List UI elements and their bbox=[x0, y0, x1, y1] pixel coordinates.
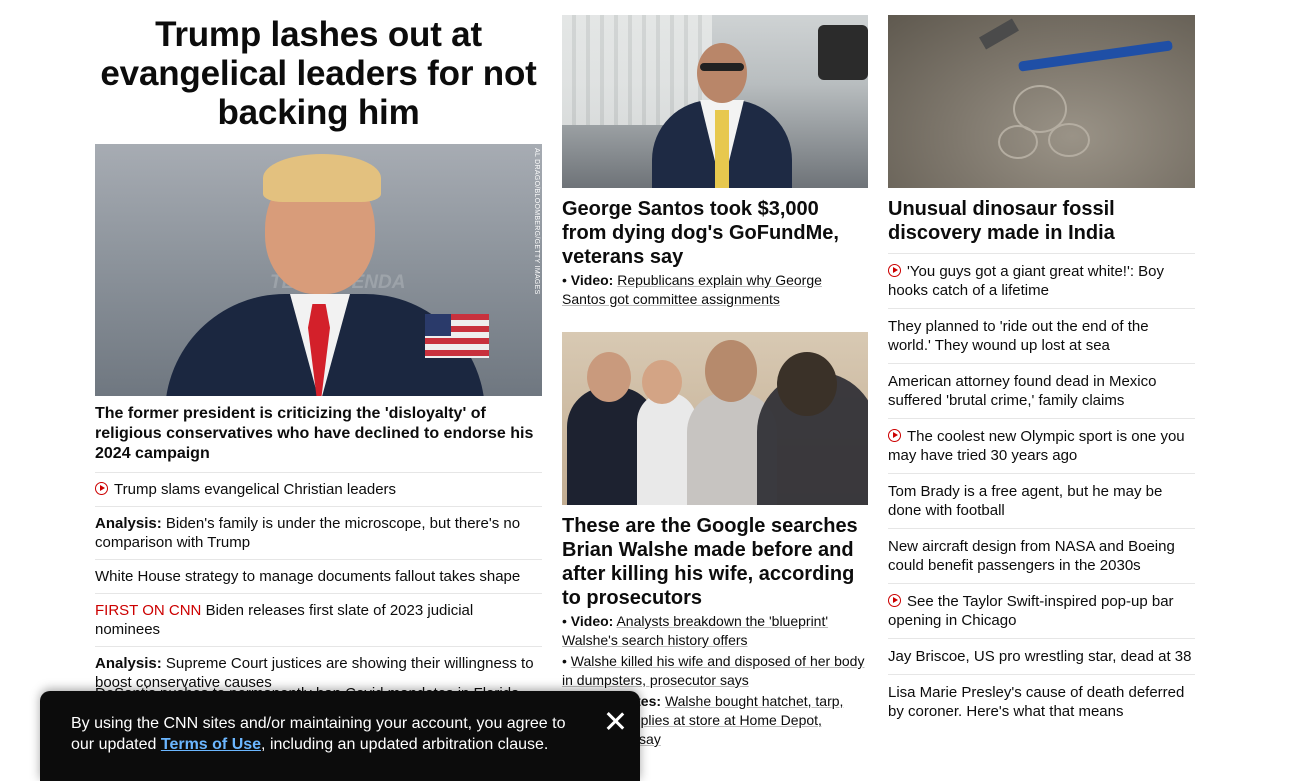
flag-icon bbox=[425, 314, 489, 358]
walshe-image[interactable] bbox=[562, 332, 868, 505]
consent-text: , including an updated arbitration claus… bbox=[261, 736, 549, 753]
right-stories: Unusual dinosaur fossil discovery made i… bbox=[888, 15, 1195, 729]
list-item[interactable]: 'You guys got a giant great white!': Boy… bbox=[888, 254, 1195, 309]
list-item-text: Tom Brady is a free agent, but he may be… bbox=[888, 483, 1163, 519]
image-figure-2-head bbox=[642, 360, 682, 404]
walshe-bullet[interactable]: • Video: Analysts breakdown the 'bluepri… bbox=[562, 612, 868, 650]
camera-icon bbox=[818, 25, 868, 80]
play-icon bbox=[95, 482, 108, 495]
list-item-text: 'You guys got a giant great white!': Boy… bbox=[888, 263, 1165, 299]
image-figure-glasses bbox=[700, 63, 744, 71]
list-item[interactable]: Jay Briscoe, US pro wrestling star, dead… bbox=[888, 639, 1195, 675]
fossil-egg-shape bbox=[1048, 123, 1090, 157]
list-item[interactable]: FIRST ON CNN Biden releases first slate … bbox=[95, 594, 542, 647]
lead-summary[interactable]: The former president is criticizing the … bbox=[95, 404, 542, 473]
list-item-text: Lisa Marie Presley's cause of death defe… bbox=[888, 684, 1185, 720]
walshe-headline[interactable]: These are the Google searches Brian Wals… bbox=[562, 514, 868, 610]
list-item-text: Trump slams evangelical Christian leader… bbox=[114, 481, 397, 498]
lead-headline[interactable]: Trump lashes out at evangelical leaders … bbox=[95, 15, 542, 132]
list-item-text: Jay Briscoe, US pro wrestling star, dead… bbox=[888, 648, 1192, 665]
list-item-label: Analysis: bbox=[95, 515, 162, 532]
terms-consent-banner: By using the CNN sites and/or maintainin… bbox=[40, 691, 640, 781]
bullet-text: Walshe killed his wife and disposed of h… bbox=[562, 653, 865, 688]
fossil-headline[interactable]: Unusual dinosaur fossil discovery made i… bbox=[888, 197, 1195, 254]
bullet-label: Video: bbox=[570, 613, 614, 629]
hammer-head-icon bbox=[979, 18, 1019, 50]
list-item[interactable]: American attorney found dead in Mexico s… bbox=[888, 364, 1195, 419]
play-icon bbox=[888, 264, 901, 277]
image-credit: AL DRAGO/BLOOMBERG/GETTY IMAGES bbox=[533, 148, 540, 295]
fossil-egg-shape bbox=[998, 125, 1038, 159]
list-item-text: New aircraft design from NASA and Boeing… bbox=[888, 538, 1175, 574]
image-figure-3-head bbox=[705, 340, 757, 402]
list-item-text: They planned to 'ride out the end of the… bbox=[888, 318, 1149, 354]
list-item[interactable]: White House strategy to manage documents… bbox=[95, 560, 542, 594]
santos-image[interactable] bbox=[562, 15, 868, 188]
bullet-label: Video: bbox=[570, 272, 614, 288]
image-figure-head bbox=[697, 43, 747, 103]
list-item-text: The coolest new Olympic sport is one you… bbox=[888, 428, 1185, 464]
list-item[interactable]: They planned to 'ride out the end of the… bbox=[888, 309, 1195, 364]
list-item[interactable]: New aircraft design from NASA and Boeing… bbox=[888, 529, 1195, 584]
list-item-label: Analysis: bbox=[95, 655, 162, 672]
lead-story: Trump lashes out at evangelical leaders … bbox=[95, 15, 542, 699]
image-figure-1-head bbox=[587, 352, 631, 402]
santos-bullet[interactable]: • Video: Republicans explain why George … bbox=[562, 271, 868, 309]
santos-headline[interactable]: George Santos took $3,000 from dying dog… bbox=[562, 197, 868, 269]
list-item[interactable]: See the Taylor Swift-inspired pop-up bar… bbox=[888, 584, 1195, 639]
list-item-label: FIRST ON CNN bbox=[95, 602, 202, 619]
consent-message: By using the CNN sites and/or maintainin… bbox=[71, 713, 581, 755]
list-item-text: See the Taylor Swift-inspired pop-up bar… bbox=[888, 593, 1174, 629]
fossil-image[interactable] bbox=[888, 15, 1195, 188]
hero-figure-hair bbox=[263, 154, 381, 202]
list-item[interactable]: Trump slams evangelical Christian leader… bbox=[95, 473, 542, 507]
lead-image[interactable]: TEXT AGENDA AL DRAGO/BLOOMBERG/GETTY IMA… bbox=[95, 144, 542, 396]
center-stories: George Santos took $3,000 from dying dog… bbox=[562, 15, 868, 749]
list-item[interactable]: Analysis: Biden's family is under the mi… bbox=[95, 507, 542, 560]
list-item[interactable]: Tom Brady is a free agent, but he may be… bbox=[888, 474, 1195, 529]
walshe-bullet[interactable]: • Walshe killed his wife and disposed of… bbox=[562, 652, 868, 690]
related-links-list: Trump slams evangelical Christian leader… bbox=[95, 473, 542, 699]
close-icon[interactable] bbox=[605, 711, 625, 731]
list-item-text: White House strategy to manage documents… bbox=[95, 568, 521, 585]
play-icon bbox=[888, 594, 901, 607]
hammer-icon bbox=[1018, 40, 1173, 72]
play-icon bbox=[888, 429, 901, 442]
list-item-text: American attorney found dead in Mexico s… bbox=[888, 373, 1157, 409]
list-item[interactable]: The coolest new Olympic sport is one you… bbox=[888, 419, 1195, 474]
image-figure-4-head bbox=[777, 352, 837, 416]
terms-of-use-link[interactable]: Terms of Use bbox=[161, 736, 261, 753]
list-item[interactable]: Lisa Marie Presley's cause of death defe… bbox=[888, 675, 1195, 729]
more-stories-list: 'You guys got a giant great white!': Boy… bbox=[888, 254, 1195, 729]
image-figure-tie bbox=[715, 110, 729, 188]
